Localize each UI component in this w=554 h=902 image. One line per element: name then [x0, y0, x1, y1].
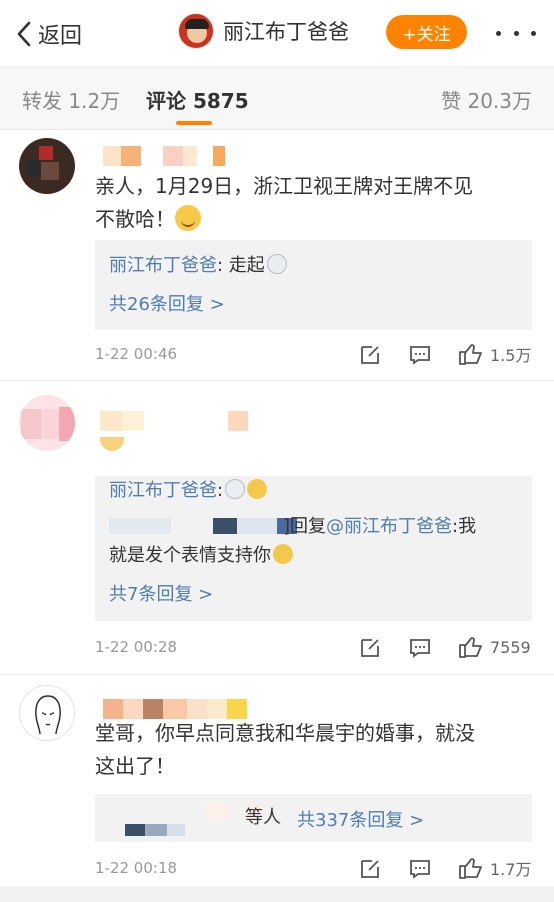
reply-preview-box[interactable]: 丽江布丁爸爸: 走起 共26条回复 >	[95, 240, 532, 330]
more-options-icon[interactable]	[496, 18, 536, 48]
bottom-strip	[0, 886, 554, 902]
share-icon[interactable]	[358, 636, 382, 664]
reply-icon[interactable]	[408, 636, 432, 664]
view-replies-link[interactable]: 共7条回复 >	[109, 580, 213, 606]
like-count: 1.5万	[490, 346, 532, 365]
reply-preview-box[interactable]: 丽江布丁爸爸: ]回复@丽江布丁爸爸:我 就是发个表情支持你 共7条回复 >	[95, 476, 532, 621]
thinking-emoji-icon	[247, 479, 268, 499]
active-tab-indicator	[176, 121, 212, 125]
reply-user-redacted	[125, 824, 185, 836]
surprised-emoji-icon	[266, 254, 287, 274]
tab-reposts[interactable]: 转发 1.2万	[22, 85, 120, 114]
redacted-emoji	[100, 437, 124, 451]
like-count: 7559	[490, 637, 531, 657]
like-button[interactable]: 1.5万	[458, 342, 531, 366]
nav-author[interactable]: 丽江布丁爸爸	[178, 13, 349, 49]
comment-item: 丽江布丁爸爸: ]回复@丽江布丁爸爸:我 就是发个表情支持你 共7条回复 > 1…	[0, 381, 554, 674]
thumbs-up-icon	[459, 858, 482, 879]
comment-item: 堂哥，你早点同意我和华晨宇的婚事，就没 这出了！ 等人 共337条回复 > 1-…	[0, 675, 554, 886]
like-button[interactable]: 1.7万	[458, 856, 531, 880]
reply-mention[interactable]: @丽江布丁爸爸	[326, 516, 452, 537]
back-label: 返回	[38, 24, 83, 49]
commenter-avatar[interactable]	[19, 395, 75, 451]
commenter-avatar[interactable]	[19, 685, 75, 741]
like-button[interactable]: 7559	[458, 635, 531, 659]
reply-author[interactable]: 丽江布丁爸爸	[109, 480, 217, 501]
tears-of-joy-emoji-icon	[273, 544, 293, 564]
comment-time: 1-22 00:28	[95, 638, 178, 656]
top-nav-bar: 返回 丽江布丁爸爸 +关注	[0, 0, 554, 66]
comment-item: 亲人，1月29日，浙江卫视王牌对王牌不见 不散哈！ 丽江布丁爸爸: 走起 共26…	[0, 130, 554, 380]
commenter-name-redacted[interactable]	[103, 146, 225, 166]
reply-icon[interactable]	[408, 857, 432, 885]
thumbs-up-icon	[459, 637, 482, 658]
tab-comments[interactable]: 评论 5875	[146, 85, 249, 114]
reply-author[interactable]: 丽江布丁爸爸	[109, 255, 217, 276]
surprised-emoji-icon	[225, 479, 246, 499]
tab-bar: 转发 1.2万 评论 5875 赞 20.3万	[0, 66, 554, 130]
share-icon[interactable]	[358, 343, 382, 371]
thumbs-up-icon	[459, 344, 482, 365]
commenter-avatar[interactable]	[19, 138, 75, 194]
view-replies-link[interactable]: 共337条回复 >	[297, 806, 424, 832]
reply-preview-box[interactable]: 等人 共337条回复 >	[95, 794, 532, 842]
commenter-name-redacted[interactable]	[103, 699, 247, 719]
commenter-name-redacted[interactable]	[100, 411, 248, 431]
like-count: 1.7万	[490, 860, 532, 879]
comment-text: 堂哥，你早点同意我和华晨宇的婚事，就没 这出了！	[95, 721, 475, 778]
comment-text: 亲人，1月29日，浙江卫视王牌对王牌不见 不散哈！	[95, 174, 474, 231]
reply-icon[interactable]	[408, 343, 432, 371]
share-icon[interactable]	[358, 857, 382, 885]
view-replies-link[interactable]: 共26条回复 >	[109, 290, 225, 316]
tab-likes[interactable]: 赞 20.3万	[441, 85, 532, 114]
chevron-left-icon	[17, 21, 31, 47]
sketch-portrait-icon	[35, 695, 61, 735]
follow-button[interactable]: +关注	[386, 15, 467, 49]
comment-time: 1-22 00:18	[95, 859, 178, 877]
back-button[interactable]: 返回	[14, 14, 82, 54]
author-name[interactable]: 丽江布丁爸爸	[223, 16, 349, 46]
comment-time: 1-22 00:46	[95, 345, 178, 363]
grin-emoji-icon	[175, 205, 201, 231]
reply-user-redacted	[109, 518, 309, 534]
author-avatar[interactable]	[178, 13, 214, 49]
reply-text: : 走起	[217, 255, 265, 276]
